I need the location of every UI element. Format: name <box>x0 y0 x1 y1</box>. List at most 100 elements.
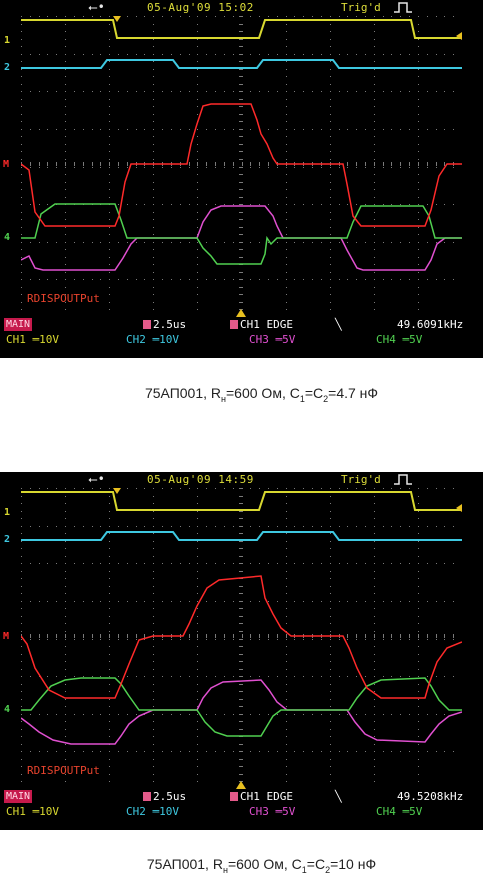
grid-dot <box>144 751 145 752</box>
rising-edge-icon <box>394 474 412 485</box>
grid-dot <box>418 676 419 677</box>
grid-dot <box>259 526 260 527</box>
caption-text: =600 Ом, C <box>227 856 302 872</box>
grid-dot <box>47 242 48 243</box>
grid-dot <box>65 646 66 647</box>
grid-dot <box>224 526 225 527</box>
grid-dot <box>400 601 401 602</box>
axis-tick <box>239 759 243 760</box>
ch2-marker: 2 <box>4 534 11 545</box>
grid-dot <box>321 16 322 17</box>
grid-dot <box>30 714 31 715</box>
axis-tick <box>239 518 243 519</box>
grid-dot <box>400 526 401 527</box>
grid-dot <box>30 601 31 602</box>
grid-dot <box>65 189 66 190</box>
grid-dot <box>153 167 154 168</box>
grid-dot <box>83 639 84 640</box>
grid-dot <box>56 167 57 168</box>
grid-dot <box>286 608 287 609</box>
grid-dot <box>321 279 322 280</box>
grid-dot <box>286 744 287 745</box>
grid-dot <box>286 706 287 707</box>
grid-dot <box>180 526 181 527</box>
grid-dot <box>83 676 84 677</box>
grid-dot <box>153 24 154 25</box>
grid-dot <box>197 182 198 183</box>
grid-dot <box>21 219 22 220</box>
grid-dot <box>56 563 57 564</box>
usb-icon: ⭠• <box>88 472 105 486</box>
grid-dot <box>286 76 287 77</box>
grid-dot <box>153 676 154 677</box>
grid-dot <box>330 151 331 152</box>
grid-dot <box>224 129 225 130</box>
grid-dot <box>100 751 101 752</box>
grid-dot <box>162 54 163 55</box>
grid-dot <box>65 61 66 62</box>
grid-dot <box>286 714 287 715</box>
grid-dot <box>100 16 101 17</box>
grid-dot <box>92 279 93 280</box>
grid-dot <box>330 541 331 542</box>
grid-dot <box>21 616 22 617</box>
grid-dot <box>286 294 287 295</box>
scope-top-bar: ⭠• 05-Aug'09 15:02 Trig'd <box>0 0 483 16</box>
grid-dot <box>206 129 207 130</box>
grid-dot <box>418 106 419 107</box>
grid-dot <box>418 189 419 190</box>
grid-dot <box>65 676 66 677</box>
status-bar-channels: CH1 ═10V CH2 ═10V CH3 ═5V CH4 ═5V <box>0 805 483 819</box>
grid-dot <box>215 279 216 280</box>
ch4-scale-value: 5V <box>409 333 423 346</box>
grid-dot <box>321 129 322 130</box>
grid-dot <box>268 526 269 527</box>
grid-dot <box>330 234 331 235</box>
grid-dot <box>418 309 419 310</box>
grid-dot <box>330 691 331 692</box>
grid-dot <box>21 488 22 489</box>
grid-dot <box>127 167 128 168</box>
grid-dot <box>21 159 22 160</box>
grid-dot <box>268 601 269 602</box>
grid-dot <box>409 129 410 130</box>
grid-dot <box>127 639 128 640</box>
grid-dot <box>189 242 190 243</box>
grid-dot <box>286 167 287 168</box>
grid-dot <box>74 167 75 168</box>
grid-dot <box>330 279 331 280</box>
grid-dot <box>436 714 437 715</box>
grid-dot <box>39 91 40 92</box>
grid-dot <box>197 212 198 213</box>
ch1-scale: CH1 ═10V <box>6 333 59 346</box>
grid-dot <box>330 608 331 609</box>
ch3-scale: CH3 ═5V <box>249 333 296 346</box>
grid-dot <box>65 219 66 220</box>
axis-tick <box>418 634 419 638</box>
axis-tick <box>239 76 243 77</box>
grid-dot <box>374 714 375 715</box>
grid-dot <box>83 54 84 55</box>
grid-dot <box>206 676 207 677</box>
axis-tick <box>239 601 243 602</box>
grid-dot <box>153 16 154 17</box>
falling-edge-icon: ╲ <box>335 790 342 803</box>
grid-dot <box>65 488 66 489</box>
grid-dot <box>100 129 101 130</box>
grid-dot <box>109 526 110 527</box>
grid-dot <box>127 676 128 677</box>
axis-tick <box>239 526 243 527</box>
grid-dot <box>347 129 348 130</box>
grid-dot <box>56 54 57 55</box>
grid-dot <box>418 721 419 722</box>
grid-dot <box>224 54 225 55</box>
grid-dot <box>277 751 278 752</box>
grid-dot <box>65 729 66 730</box>
grid-dot <box>330 623 331 624</box>
grid-dot <box>286 91 287 92</box>
grid-dot <box>418 151 419 152</box>
grid-dot <box>153 182 154 183</box>
grid-dot <box>215 563 216 564</box>
grid-dot <box>171 279 172 280</box>
grid-dot <box>144 54 145 55</box>
